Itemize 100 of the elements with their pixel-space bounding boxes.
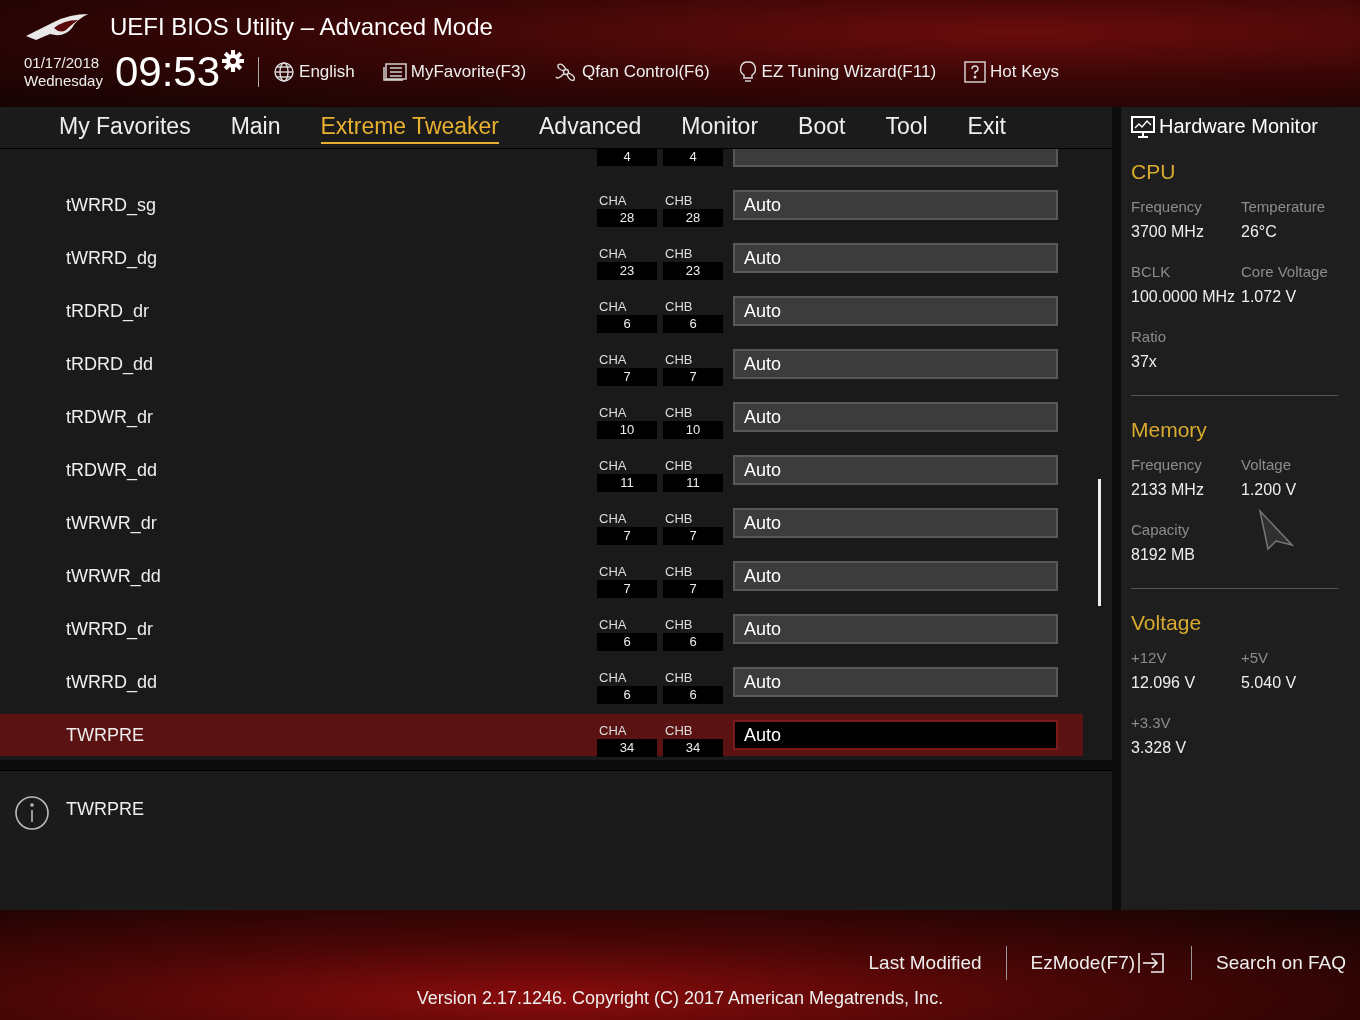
stat-value: 37x <box>1131 353 1158 371</box>
menu-tab[interactable]: Exit <box>967 111 1006 144</box>
channel-value: 4 <box>597 149 657 166</box>
menu-tab[interactable]: Extreme Tweaker <box>320 111 500 144</box>
setting-row[interactable]: tWRRD_dg CHA 23 CHB 23 Auto <box>0 237 1083 279</box>
value-field[interactable]: Auto <box>733 667 1058 697</box>
setting-name: tWRRD_sg <box>66 194 156 215</box>
setting-name: tWRRD_dd <box>66 671 158 692</box>
setting-name: tWRWR_dd <box>66 565 161 586</box>
menu-tab[interactable]: Advanced <box>539 111 642 144</box>
toolbar-button[interactable]: MyFavorite(F3) <box>382 62 527 82</box>
channel-value: 7 <box>663 527 723 545</box>
menu-tab[interactable]: Boot <box>798 111 846 144</box>
stat-value: 8192 MB <box>1131 546 1197 564</box>
setting-row[interactable]: TWRPRE CHA 34 CHB 34 Auto <box>0 714 1083 756</box>
channel-label: CHB <box>664 617 694 633</box>
stat-label: Voltage <box>1241 456 1293 473</box>
toolbar-button[interactable]: EZ Tuning Wizard(F11) <box>737 60 937 84</box>
setting-row[interactable]: tWRRD_sg CHA 28 CHB 28 Auto <box>0 184 1083 226</box>
scrollbar-thumb[interactable] <box>1098 479 1101 606</box>
channel-label: CHA <box>598 193 628 209</box>
toolbar-button[interactable]: English <box>273 61 355 83</box>
date-text: 01/17/2018 <box>24 54 101 72</box>
value-field[interactable]: Auto <box>733 614 1058 644</box>
stat-label: Temperature <box>1241 198 1327 215</box>
channel-label: CHA <box>598 352 628 368</box>
channel-value: 10 <box>663 421 723 439</box>
value-field[interactable]: Auto <box>733 243 1058 273</box>
stat-value: 1.200 V <box>1241 481 1298 499</box>
channel-label: CHB <box>664 352 694 368</box>
toolbar-button[interactable]: Hot Keys <box>964 61 1060 83</box>
setting-row[interactable]: tWRRD_dd CHA 6 CHB 6 Auto <box>0 661 1083 703</box>
channel-value: 34 <box>663 739 723 757</box>
value-field[interactable]: Auto <box>733 455 1058 485</box>
channel-label: CHA <box>598 564 628 580</box>
channel-label: CHA <box>598 405 628 421</box>
value-field[interactable]: Auto <box>733 402 1058 432</box>
value-field[interactable]: Auto <box>733 190 1058 220</box>
channel-value: 6 <box>663 315 723 333</box>
channel-label: CHB <box>664 670 694 686</box>
channel-value: 11 <box>597 474 657 492</box>
channel-value: 23 <box>663 262 723 280</box>
stat-value: 1.072 V <box>1241 288 1298 306</box>
footer-link[interactable]: EzMode(F7) <box>1030 951 1168 975</box>
setting-name: TWRPRE <box>66 724 144 745</box>
setting-row[interactable]: tRDRD_dr CHA 6 CHB 6 Auto <box>0 290 1083 332</box>
question-icon <box>964 61 987 83</box>
channel-label: CHA <box>598 723 628 739</box>
value-field[interactable]: Auto <box>733 349 1058 379</box>
channel-value: 7 <box>663 580 723 598</box>
setting-name: tRDRD_dd <box>66 353 154 374</box>
channel-value: 7 <box>663 368 723 386</box>
stat-value: 5.040 V <box>1241 674 1298 692</box>
channel-label: CHB <box>664 458 694 474</box>
channel-label: CHA <box>598 617 628 633</box>
toolbar-button[interactable]: Qfan Control(F6) <box>554 60 710 84</box>
clock-time: 09:53 <box>114 48 221 96</box>
value-field[interactable]: Auto <box>733 296 1058 326</box>
channel-value: 7 <box>597 580 657 598</box>
setting-row[interactable]: tRDRD_dd CHA 7 CHB 7 Auto <box>0 343 1083 385</box>
value-field[interactable]: Auto <box>733 720 1058 750</box>
value-field[interactable]: Auto <box>733 561 1058 591</box>
channel-value: 7 <box>597 368 657 386</box>
stat-label: Core Voltage <box>1241 263 1329 280</box>
channel-label: CHB <box>664 723 694 739</box>
setting-name: tWRWR_dr <box>66 512 157 533</box>
value-field[interactable]: Auto <box>733 508 1058 538</box>
setting-row[interactable]: tWRRD_dr CHA 6 CHB 6 Auto <box>0 608 1083 650</box>
stat-value: 3.328 V <box>1131 739 1188 757</box>
settings-icon[interactable] <box>222 50 245 72</box>
channel-value: 6 <box>597 315 657 333</box>
setting-row[interactable]: tRDWR_dr CHA 10 CHB 10 Auto <box>0 396 1083 438</box>
section-title: Memory <box>1131 418 1208 442</box>
stat-label: +3.3V <box>1131 714 1172 731</box>
footer-link[interactable]: Search on FAQ <box>1216 952 1346 974</box>
channel-value: 4 <box>663 149 723 166</box>
channel-label: CHA <box>598 458 628 474</box>
channel-value: 6 <box>597 686 657 704</box>
menu-tab[interactable]: Tool <box>885 111 928 144</box>
setting-name: tRDWR_dr <box>66 406 153 427</box>
channel-label: CHB <box>664 564 694 580</box>
setting-row[interactable]: tWRWR_dr CHA 7 CHB 7 Auto <box>0 502 1083 544</box>
channel-value: 23 <box>597 262 657 280</box>
setting-name: tWRRD_dr <box>66 618 153 639</box>
setting-row[interactable]: tRDWR_dd CHA 11 CHB 11 Auto <box>0 449 1083 491</box>
stat-label: Frequency <box>1131 198 1203 215</box>
stat-value: 12.096 V <box>1131 674 1197 692</box>
footer-link[interactable]: Last Modified <box>868 952 982 974</box>
setting-row[interactable]: 4 4 <box>0 149 1083 173</box>
stat-value: 2133 MHz <box>1131 481 1205 499</box>
panel-title: Hardware Monitor <box>1159 115 1318 138</box>
help-text: TWRPRE <box>66 799 144 820</box>
setting-row[interactable]: tWRWR_dd CHA 7 CHB 7 Auto <box>0 555 1083 597</box>
channel-label: CHA <box>598 511 628 527</box>
setting-name: tWRRD_dg <box>66 247 158 268</box>
menu-tab[interactable]: Monitor <box>681 111 759 144</box>
channel-label: CHB <box>664 246 694 262</box>
channel-value: 6 <box>597 633 657 651</box>
menu-tab[interactable]: My Favorites <box>59 111 191 144</box>
menu-tab[interactable]: Main <box>230 111 281 144</box>
